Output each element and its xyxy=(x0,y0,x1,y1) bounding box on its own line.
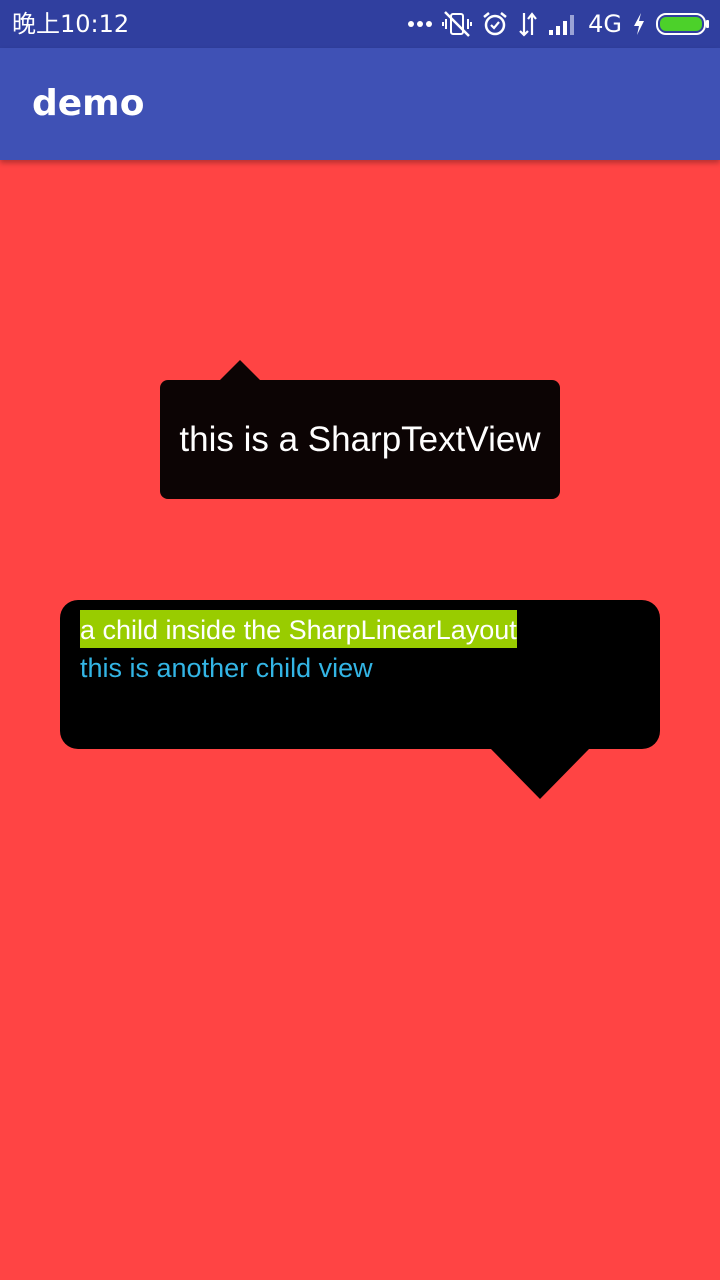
status-time: 晚上10:12 xyxy=(12,10,130,38)
sharp-linear-layout: a child inside the SharpLinearLayout thi… xyxy=(60,600,660,749)
status-bar: 晚上10:12 4G xyxy=(0,0,720,48)
app-title: demo xyxy=(32,83,145,124)
data-arrows-icon xyxy=(518,11,538,37)
sharp-text-view: this is a SharpTextView xyxy=(160,380,560,499)
vibrate-off-icon xyxy=(442,10,473,38)
content-area: this is a SharpTextView a child inside t… xyxy=(0,160,720,1280)
signal-icon xyxy=(548,12,578,36)
network-type: 4G xyxy=(588,10,622,38)
battery-icon xyxy=(656,12,710,36)
charging-icon xyxy=(632,12,646,36)
alarm-icon xyxy=(482,11,508,37)
sharp-linear-layout-arrow xyxy=(490,748,590,799)
sharp-textview-arrow xyxy=(219,360,261,381)
more-dots-icon xyxy=(408,20,433,28)
child-view-another: this is another child view xyxy=(80,653,373,683)
status-icons: 4G xyxy=(408,8,710,40)
app-bar: demo xyxy=(0,48,720,160)
sharp-text-view-label: this is a SharpTextView xyxy=(179,419,541,459)
child-view-highlighted: a child inside the SharpLinearLayout xyxy=(80,610,517,648)
